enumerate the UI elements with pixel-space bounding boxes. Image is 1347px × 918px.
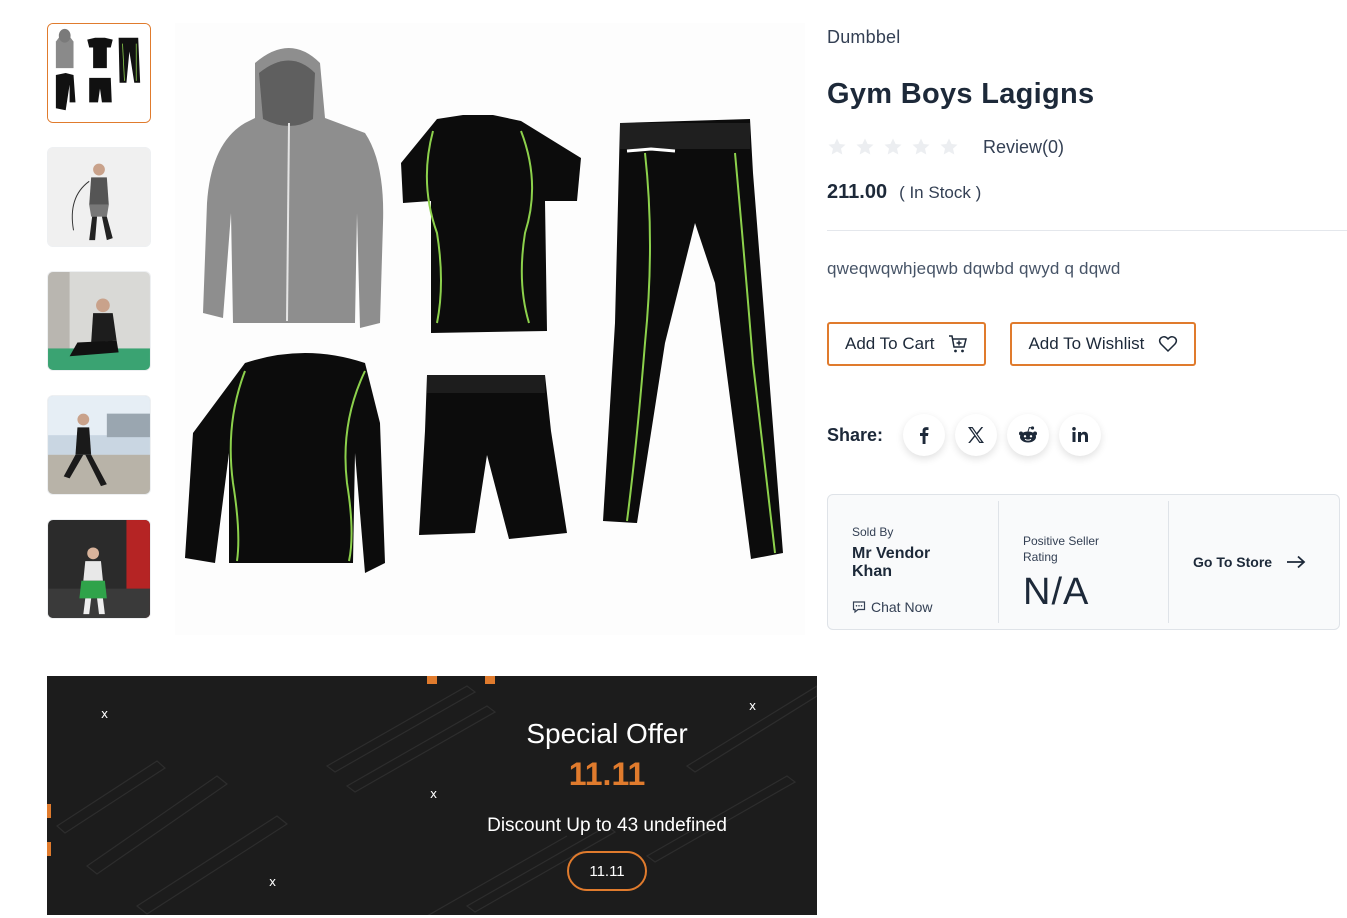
price-row: 211.00 ( In Stock ) [827,181,1347,204]
linkedin-icon[interactable] [1059,414,1102,456]
star-icon [939,137,959,157]
product-description: qweqwqwhjeqwb dqwbd qwyd q dqwd [827,259,1121,278]
seller-rating: Positive Seller Rating N/A [998,501,1168,623]
share-row: Share: [827,414,1347,456]
add-to-wishlist-label: Add To Wishlist [1028,334,1145,353]
store-link-cell: Go To Store [1168,501,1339,623]
offer-title: Special Offer [526,718,688,749]
thumbnail-jump-rope[interactable] [47,147,151,247]
arrow-right-icon [1287,555,1306,569]
review-count[interactable]: Review(0) [983,137,1064,158]
banner-decoration: x x x x [47,676,817,915]
stock-status: ( In Stock ) [899,183,982,202]
chat-icon [852,601,866,614]
seller-info: Sold By Mr Vendor Khan Chat Now [828,495,998,629]
rating-row: Review(0) [827,133,1347,161]
share-label: Share: [827,424,884,445]
product-page: Dumbbel Gym Boys Lagigns Review(0) 211.0… [0,0,1347,918]
main-product-image[interactable] [175,23,805,635]
reddit-icon[interactable] [1007,414,1050,456]
go-to-store-link[interactable]: Go To Store [1193,554,1306,570]
product-price: 211.00 [827,181,888,203]
seller-rating-value: N/A [1023,571,1090,613]
thumbnail-product-set[interactable] [47,23,151,123]
star-icon [855,137,875,157]
action-buttons: Add To Cart Add To Wishlist [827,322,1347,366]
offer-number: 11.11 [568,756,646,792]
thumbnail-list [47,23,151,643]
svg-text:x: x [749,699,756,713]
svg-text:x: x [269,875,276,889]
sold-by-label: Sold By [852,525,894,539]
add-to-cart-label: Add To Cart [845,334,935,353]
thumbnail-stretching-outdoors[interactable] [47,395,151,495]
x-icon[interactable] [955,414,998,456]
seller-rating-label: Positive Seller Rating [1023,534,1100,564]
chat-now-label: Chat Now [871,599,933,615]
special-offer-banner: x x x x Special Offer 11.11 Discount Up … [47,676,817,915]
add-to-wishlist-button[interactable]: Add To Wishlist [1010,322,1197,366]
add-to-cart-button[interactable]: Add To Cart [827,322,987,366]
star-icon [911,137,931,157]
offer-discount-text: Discount Up to 43 undefined [487,815,727,836]
brand-name[interactable]: Dumbbel [827,27,1347,48]
seller-card: Sold By Mr Vendor Khan Chat Now Positive… [827,494,1340,630]
offer-button[interactable]: 11.11 [567,851,647,891]
vendor-name[interactable]: Mr Vendor Khan [852,545,974,581]
cart-icon [948,334,968,354]
star-icon [827,137,847,157]
product-info: Dumbbel Gym Boys Lagigns Review(0) 211.0… [827,23,1347,630]
product-title: Gym Boys Lagigns [827,78,1095,110]
go-to-store-label: Go To Store [1193,554,1273,570]
thumbnail-gym-woman[interactable] [47,519,151,619]
thumbnail-sitting-man[interactable] [47,271,151,371]
chat-now-link[interactable]: Chat Now [852,599,974,615]
facebook-icon[interactable] [903,414,946,456]
star-rating [827,137,959,157]
star-icon [883,137,903,157]
divider [827,230,1347,231]
heart-icon [1158,334,1178,354]
